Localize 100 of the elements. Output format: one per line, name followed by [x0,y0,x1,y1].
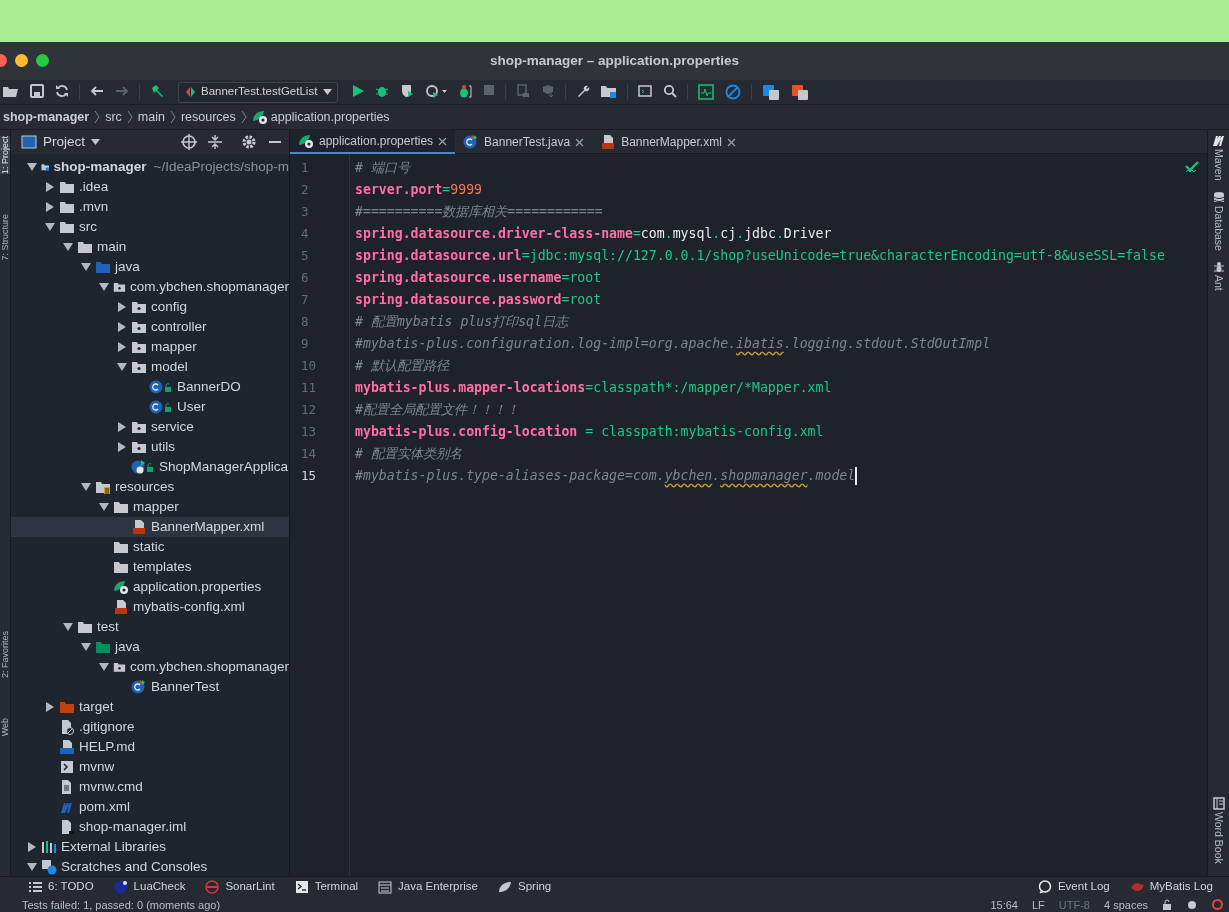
no-sign-icon[interactable] [725,84,742,100]
tree-item[interactable]: java [11,257,289,277]
save-icon[interactable] [30,84,44,100]
sync-icon[interactable] [55,84,69,100]
tool-window-stripe-button[interactable]: 7: Structure [0,214,10,261]
collapse-arrow-icon[interactable] [27,862,37,872]
window-title: shop-manager – application.properties [489,51,740,70]
window-icon[interactable] [638,84,653,100]
tree-item[interactable]: application.properties [11,577,289,597]
status-item[interactable]: 4 spaces [1103,898,1148,911]
minimize-window-button[interactable] [15,54,28,67]
tree-item[interactable]: mapper [11,497,289,517]
tree-item[interactable]: ShopManagerApplica [11,457,289,477]
tree-item[interactable]: User [11,397,289,417]
wrench-icon[interactable] [576,84,591,100]
tool-window-button[interactable]: Terminal [286,878,367,896]
hammer-icon[interactable] [150,84,164,100]
tree-item[interactable]: External Libraries [11,837,289,857]
tool-window-button[interactable]: 6: TODO [20,878,102,896]
tool-window-stripe-button[interactable]: 2: Favorites [0,630,10,678]
tree-item[interactable]: com.ybchen.shopmanager [11,657,289,677]
tree-item[interactable]: .idea [11,177,289,197]
folder-icon[interactable] [3,84,19,100]
tool-window-button[interactable]: Spring [490,878,560,896]
status-item[interactable]: 15:64 [990,898,1018,911]
tree-item[interactable]: mvnw.cmd [11,777,289,797]
editor-tab[interactable]: application.properties [290,130,456,154]
breadcrumb-item[interactable]: src [105,107,122,127]
debug-icon[interactable] [375,84,390,100]
breadcrumb-item[interactable]: application.properties [251,107,390,127]
tree-item[interactable]: BannerTest [11,677,289,697]
close-icon[interactable] [438,136,448,146]
collapse-all-icon[interactable] [207,134,223,150]
profile-icon[interactable] [425,84,448,100]
close-icon[interactable] [726,137,736,147]
settings-icon[interactable] [241,134,257,150]
editor-tab[interactable]: BannerMapper.xml [592,130,744,154]
project-structure-icon[interactable] [601,84,618,100]
tool-window-stripe-button[interactable]: 1: Project [0,136,10,175]
breadcrumb-item[interactable]: shop-manager [3,107,90,127]
lock-icon[interactable] [1162,899,1172,910]
tool-window-stripe-button[interactable]: Ant [1210,260,1227,292]
tool-window-stripe-button[interactable]: Web [0,717,10,736]
code-line: server.port=9999 [355,181,483,199]
tree-item[interactable]: mybatis-config.xml [11,597,289,617]
tool-window-button[interactable]: MyBatis Log [1121,878,1221,896]
tree-item[interactable]: target [11,697,289,717]
tree-item[interactable]: test [11,617,289,637]
tree-item[interactable]: com.ybchen.shopmanager [11,277,289,297]
tool-window-button[interactable]: Event Log [1029,878,1118,896]
tree-item[interactable]: BannerMapper.xml [11,517,289,537]
collapse-arrow-icon[interactable] [117,362,127,372]
tree-item[interactable]: Scratches and Consoles [11,857,289,876]
tree-item[interactable]: model [11,357,289,377]
tool-window-button[interactable]: SonarLint [197,878,283,896]
breadcrumb-item[interactable]: resources [180,107,236,127]
translate-icon[interactable] [791,84,810,100]
breadcrumb-item[interactable]: main [137,107,165,127]
close-icon[interactable] [575,137,585,147]
tree-item[interactable]: service [11,417,289,437]
tree-item[interactable]: HELP.md [11,737,289,757]
tree-item[interactable]: resources [11,477,289,497]
search-icon[interactable] [663,84,678,100]
locate-icon[interactable] [181,134,197,150]
tree-item[interactable]: utils [11,437,289,457]
tree-item[interactable]: shop-manager ~/IdeaProjects/shop-m [11,157,289,177]
tree-item[interactable]: shop-manager.iml [11,817,289,837]
tool-window-button[interactable]: Java Enterprise [370,878,486,896]
tool-window-button[interactable]: LuaCheck [105,878,194,896]
translate-icon[interactable] [762,84,781,100]
activity-monitor-icon[interactable] [698,84,715,100]
tree-item[interactable]: src [11,217,289,237]
run-configuration-dropdown[interactable]: BannerTest.testGetList [178,81,339,103]
tool-window-stripe-button[interactable]: Word Book [1210,797,1227,864]
check-icon [1185,160,1199,174]
run-icon[interactable] [352,84,365,100]
debug-stop-icon[interactable] [458,84,473,100]
tree-item[interactable]: .mvn [11,197,289,217]
xml-file-icon [600,134,617,150]
expand-arrow-icon[interactable] [27,842,37,852]
expand-arrow-icon[interactable] [45,702,55,712]
tree-item[interactable]: mvnw [11,757,289,777]
tree-item[interactable]: java [11,637,289,657]
tree-item[interactable]: templates [11,557,289,577]
maximize-window-button[interactable] [36,54,49,67]
status-item[interactable]: LF [1031,898,1045,911]
tree-item[interactable]: pom.xml [11,797,289,817]
tree-item[interactable]: .gitignore [11,717,289,737]
editor-tab[interactable]: BannerTest.java [455,130,593,154]
tree-item[interactable]: config [11,297,289,317]
tree-item[interactable]: static [11,537,289,557]
tool-window-stripe-button[interactable]: Maven [1210,134,1227,181]
collapse-arrow-icon[interactable] [27,162,37,172]
tree-item[interactable]: main [11,237,289,257]
line-number: 5 [300,247,310,265]
tree-item[interactable]: controller [11,317,289,337]
tree-item[interactable]: mapper [11,337,289,357]
coverage-icon[interactable] [400,84,415,100]
tree-item[interactable]: BannerDO [11,377,289,397]
tool-window-stripe-button[interactable]: Database [1210,190,1227,251]
